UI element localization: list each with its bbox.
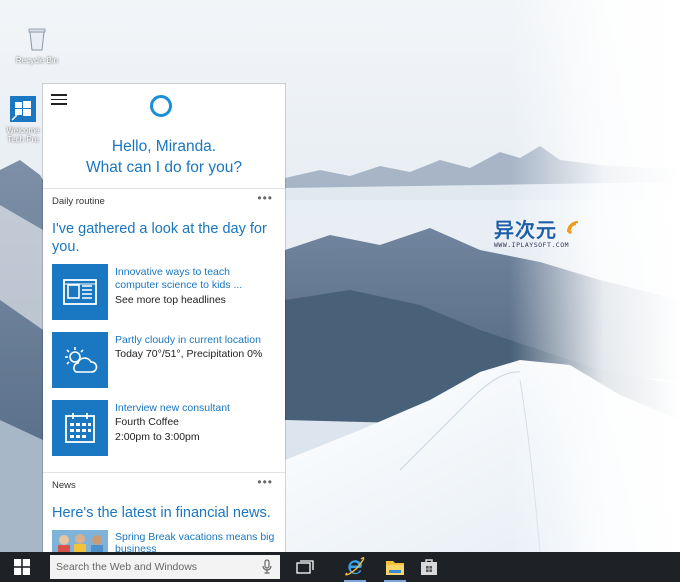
- card-title: Interview new consultant: [115, 402, 230, 414]
- news-icon: [52, 264, 108, 320]
- internet-explorer-button[interactable]: [338, 552, 372, 582]
- news-title: Here's the latest in financial news.: [52, 505, 271, 521]
- cortana-ring-icon[interactable]: [150, 95, 172, 117]
- card-subtitle: See more top headlines: [115, 294, 226, 306]
- file-explorer-button[interactable]: [378, 552, 412, 582]
- cortana-greeting: Hello, Miranda. What can I do for you?: [43, 136, 285, 178]
- wifi-icon: [566, 220, 579, 234]
- card-subtitle-2: 2:00pm to 3:00pm: [115, 431, 200, 443]
- greeting-line-1: Hello, Miranda.: [111, 138, 217, 155]
- section-label: Daily routine: [52, 196, 105, 207]
- card-title: Innovative ways to teach computer scienc…: [115, 266, 243, 291]
- windows-logo-icon: [14, 559, 30, 575]
- watermark: 异次元 WWW.IPLAYSOFT.COM: [494, 214, 594, 249]
- more-options-icon[interactable]: •••: [257, 191, 273, 205]
- desktop-icon-welcome-tech-preview[interactable]: Welcome Tech Pre: [2, 96, 44, 144]
- card-news[interactable]: Innovative ways to teach computer scienc…: [52, 264, 280, 322]
- watermark-en: WWW.IPLAYSOFT.COM: [494, 241, 570, 249]
- taskbar: Search the Web and Windows: [0, 552, 680, 582]
- more-options-icon[interactable]: •••: [257, 475, 273, 489]
- card-subtitle: Today 70°/51°, Precipitation 0%: [115, 348, 263, 360]
- card-subtitle: Fourth Coffee: [115, 416, 180, 428]
- calendar-icon: [52, 400, 108, 456]
- store-icon: [421, 559, 437, 575]
- card-weather[interactable]: Partly cloudy in current location Today …: [52, 332, 280, 390]
- recycle-bin-icon: [10, 26, 64, 54]
- folder-icon: [386, 561, 404, 575]
- card-calendar[interactable]: Interview new consultant Fourth Coffee 2…: [52, 400, 280, 458]
- greeting-line-2: What can I do for you?: [86, 159, 242, 176]
- start-button[interactable]: [0, 552, 44, 582]
- search-box[interactable]: Search the Web and Windows: [50, 555, 280, 579]
- news-item[interactable]: Spring Break vacations means big busines…: [52, 528, 280, 552]
- internet-explorer-icon: [345, 557, 365, 576]
- desktop-icon-label: Recycle Bin: [15, 56, 59, 65]
- windows-store-button[interactable]: [412, 552, 446, 582]
- daily-routine-title: I've gathered a look at the day for you.: [52, 221, 267, 255]
- news-item-title: Spring Break vacations means big busines…: [115, 531, 275, 552]
- wallpaper-fade: [510, 0, 680, 552]
- cortana-panel: Hello, Miranda. What can I do for you? D…: [43, 84, 285, 552]
- microphone-icon[interactable]: [262, 559, 272, 575]
- weather-partly-cloudy-icon: [52, 332, 108, 388]
- hamburger-menu-icon[interactable]: [51, 94, 67, 106]
- card-title: Partly cloudy in current location: [115, 334, 261, 346]
- news-thumbnail: [52, 530, 108, 552]
- task-view-icon: [296, 560, 314, 574]
- task-view-button[interactable]: [288, 552, 322, 582]
- news-header: News •••: [43, 472, 285, 495]
- desktop-icon-recycle-bin[interactable]: Recycle Bin: [10, 26, 64, 65]
- daily-routine-header: Daily routine •••: [43, 188, 285, 211]
- search-placeholder: Search the Web and Windows: [56, 561, 198, 573]
- section-label: News: [52, 480, 76, 491]
- desktop-icon-label: Welcome Tech Pre: [6, 126, 40, 144]
- windows-tile-icon: [2, 96, 44, 124]
